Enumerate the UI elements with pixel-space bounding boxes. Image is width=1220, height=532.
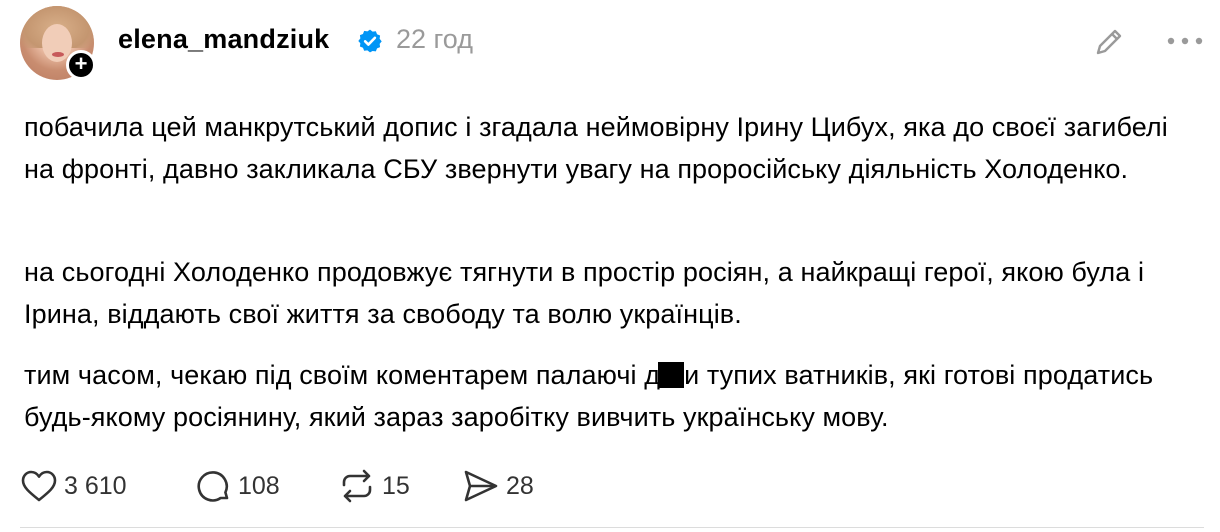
username[interactable]: elena_mandziuk (118, 24, 329, 55)
like-count: 3 610 (64, 471, 127, 500)
pencil-icon[interactable] (1093, 24, 1127, 58)
post-timestamp: 22 год (396, 24, 473, 54)
avatar[interactable]: + (20, 6, 96, 82)
repost-icon (342, 469, 372, 503)
like-button[interactable]: 3 610 (20, 466, 127, 506)
post-paragraph-3-start: тим часом, чекаю під своїм коментарем па… (24, 360, 661, 390)
thread-post: + elena_mandziuk 22 год побачила цей ман… (0, 0, 1220, 532)
comment-count: 108 (238, 471, 280, 500)
post-paragraph-1: побачила цей манкрутський допис і згадал… (24, 112, 1168, 184)
post-paragraph-3: тим часом, чекаю під своїм коментарем па… (24, 354, 1204, 438)
send-icon (464, 470, 498, 502)
more-horizontal-icon[interactable] (1166, 36, 1204, 46)
comment-button[interactable]: 108 (196, 466, 280, 506)
follow-plus-icon[interactable]: + (66, 50, 96, 80)
repost-count: 15 (382, 471, 410, 500)
post-paragraph-2: на сьогодні Холоденко продовжує тягнути … (24, 257, 1145, 329)
comment-bubble-icon (197, 471, 229, 502)
heart-icon (21, 470, 57, 502)
share-count: 28 (506, 471, 534, 500)
divider (20, 527, 1204, 528)
post-actions: 3 610 108 15 28 (20, 466, 620, 506)
redaction-block (658, 362, 685, 388)
repost-button[interactable]: 15 (338, 466, 410, 506)
verified-badge-icon (358, 29, 382, 53)
share-button[interactable]: 28 (462, 466, 534, 506)
